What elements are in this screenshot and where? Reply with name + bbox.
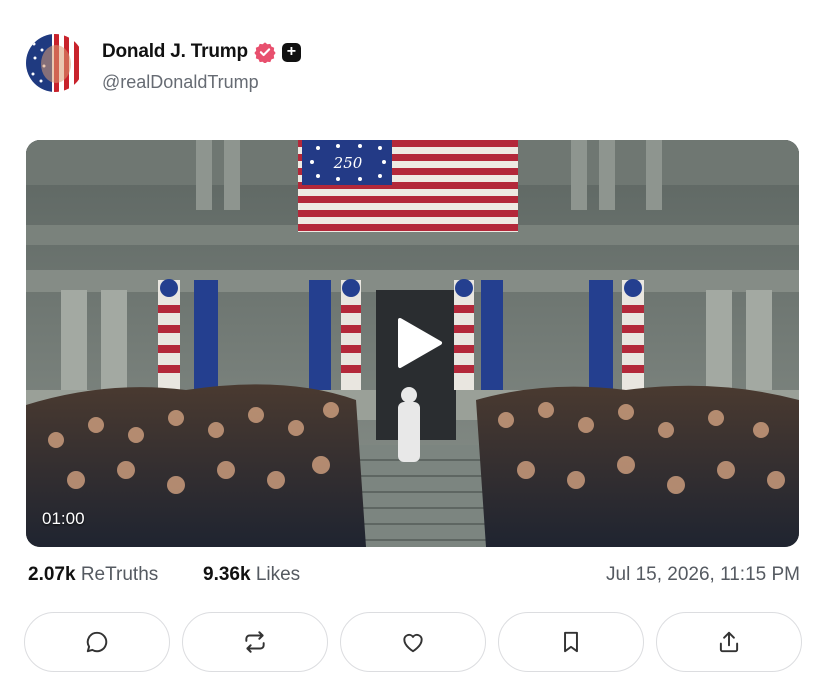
video-player[interactable]: 250 01:00: [26, 140, 799, 547]
post-timestamp[interactable]: Jul 15, 2026, 11:15 PM: [606, 564, 800, 586]
likes-count: 9.36k: [203, 564, 251, 585]
likes-stat[interactable]: 9.36k Likes: [203, 564, 300, 586]
play-icon: [398, 318, 442, 368]
bookmark-button[interactable]: [498, 612, 644, 672]
author-handle[interactable]: @realDonaldTrump: [102, 72, 259, 93]
likes-label: Likes: [255, 564, 301, 585]
verified-badge-icon: [254, 42, 276, 63]
retruths-label: ReTruths: [80, 564, 159, 585]
reply-button[interactable]: [24, 612, 170, 672]
flag-banner: 250: [298, 140, 518, 232]
repost-icon: [245, 631, 265, 653]
video-duration: 01:00: [42, 509, 85, 528]
post-header: Donald J. Trump + @realDonaldTrump: [26, 34, 526, 94]
heart-icon: [403, 633, 423, 653]
retruths-stat[interactable]: 2.07k ReTruths: [28, 564, 158, 586]
retruth-button[interactable]: [182, 612, 328, 672]
author-row: Donald J. Trump +: [102, 41, 301, 63]
plus-badge: +: [281, 42, 301, 62]
bookmark-icon: [564, 631, 578, 653]
share-icon: [719, 631, 739, 653]
svg-text:250: 250: [333, 154, 363, 172]
retruths-count: 2.07k: [28, 564, 76, 585]
comment-icon: [86, 631, 108, 653]
post-stats: 2.07k ReTruths 9.36k Likes Jul 15, 2026,…: [28, 564, 800, 590]
action-bar: [24, 612, 802, 672]
play-button[interactable]: [392, 315, 448, 371]
avatar[interactable]: [26, 34, 84, 92]
like-button[interactable]: [340, 612, 486, 672]
author-name[interactable]: Donald J. Trump: [102, 41, 248, 63]
share-button[interactable]: [656, 612, 802, 672]
